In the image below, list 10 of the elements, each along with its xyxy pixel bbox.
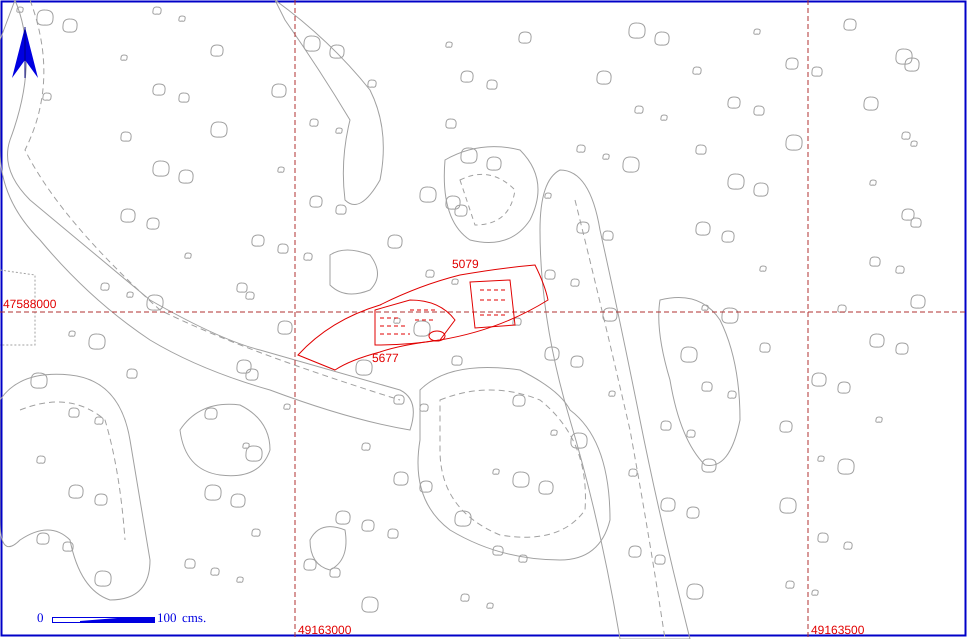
scale-start-label: 0 [37, 610, 44, 625]
grid-coordinate-label: 49163500 [811, 623, 864, 637]
scale-end-label: 100 [157, 610, 176, 625]
north-arrow-icon [12, 26, 38, 78]
grid-coordinate-label: 49163000 [298, 623, 352, 637]
scale-bar-icon [52, 617, 155, 623]
scale-unit-label: cms. [182, 610, 206, 625]
feature-number-label: 5677 [372, 351, 399, 365]
grid-coordinate-label: 47588000 [3, 297, 56, 311]
feature-number-label: 5079 [452, 257, 479, 271]
